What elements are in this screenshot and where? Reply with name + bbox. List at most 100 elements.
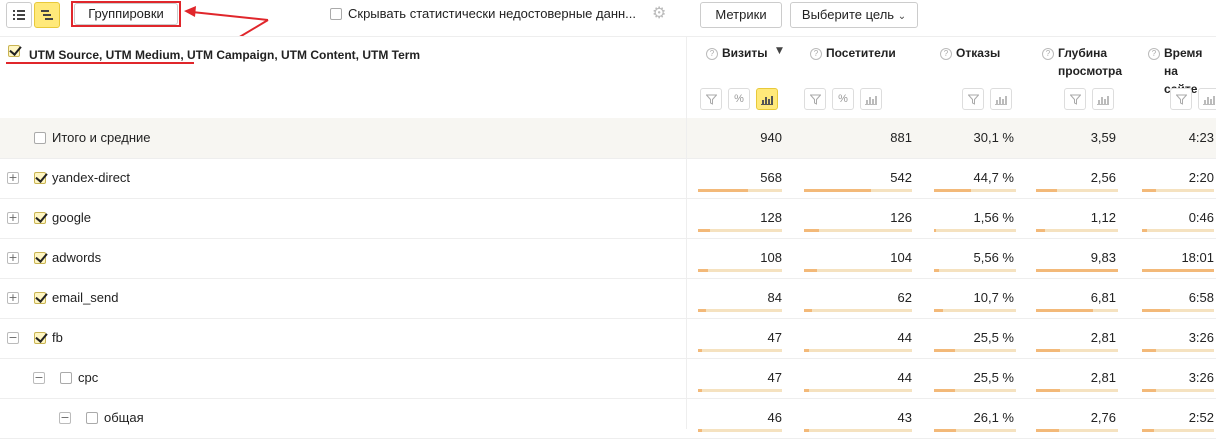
metric-value: 25,5 % [973,330,1014,345]
row-checkbox[interactable] [34,212,46,224]
select-all-checkbox[interactable] [8,45,20,57]
table-row[interactable]: + yandex-direct 568 542 44,7 % 2,56 2:20 [0,158,1216,199]
metric-value: 1,12 [1090,210,1116,225]
help-icon[interactable]: ? [940,48,952,60]
metric-value: 9,83 [1090,250,1116,265]
filter-icon[interactable] [700,88,722,110]
metric-bar-fill [1142,389,1156,392]
metric-value: 2,56 [1090,170,1116,185]
collapse-icon[interactable]: − [7,332,19,344]
metric-bar [1036,349,1118,352]
metric-value: 3:26 [1188,370,1214,385]
metric-value: 43 [897,410,912,425]
expand-icon[interactable]: + [7,212,19,224]
metric-value: 18:01 [1181,250,1214,265]
metric-bar [698,389,782,392]
metric-bar [1142,349,1214,352]
tree-view-button[interactable] [34,2,60,28]
sort-desc-icon[interactable]: ▼ [776,46,783,56]
expand-icon[interactable]: + [7,252,19,264]
metric-bar-fill [804,309,812,312]
row-checkbox[interactable] [86,412,98,424]
row-checkbox[interactable] [34,292,46,304]
collapse-icon[interactable]: − [33,372,45,384]
metric-bar [698,229,782,232]
metric-value: 26,1 % [973,410,1014,425]
collapse-icon[interactable]: − [59,412,71,424]
column-title: Визиты [722,46,768,60]
expand-icon[interactable]: + [7,172,19,184]
help-icon[interactable]: ? [706,48,718,60]
column-header[interactable]: ? Посетители% [804,44,914,114]
table-row[interactable]: + google 128 126 1,56 % 1,12 0:46 [0,198,1216,239]
table-row[interactable]: + adwords 108 104 5,56 % 9,83 18:01 [0,238,1216,279]
help-icon[interactable]: ? [810,48,822,60]
filter-icon[interactable] [962,88,984,110]
metric-bar-fill [934,309,943,312]
expand-icon[interactable]: + [7,292,19,304]
metric-value: 62 [897,290,912,305]
metric-bar [698,269,782,272]
metric-bar-fill [1142,229,1147,232]
bar-chart-icon[interactable] [1092,88,1114,110]
metric-bar-fill [1142,269,1214,272]
metric-value: 46 [767,410,782,425]
metric-bar [1142,309,1214,312]
list-view-button[interactable] [6,2,32,28]
bar-chart-icon[interactable] [990,88,1012,110]
metric-bar-fill [934,429,956,432]
goal-select[interactable]: Выберите цель ⌄ [790,2,918,28]
row-label: google [52,210,92,225]
metric-bar [698,429,782,432]
metric-value: 2,81 [1090,370,1116,385]
row-checkbox[interactable] [60,372,72,384]
metrics-button[interactable]: Метрики [700,2,782,28]
row-checkbox[interactable] [34,332,46,344]
bar-chart-icon[interactable] [1198,88,1216,110]
bar-chart-icon[interactable] [756,88,778,110]
metric-bar [804,309,912,312]
column-header[interactable]: ? Отказы [934,44,1018,114]
bar-chart-icon[interactable] [860,88,882,110]
column-header[interactable]: ?Времяна сайте [1142,44,1216,114]
row-label: email_send [52,290,119,305]
column-header[interactable]: ? Глубина просмотра [1036,44,1122,114]
row-label: adwords [52,250,102,265]
metric-bar-fill [1036,349,1060,352]
percent-icon[interactable]: % [728,88,750,110]
metric-bar-fill [804,269,817,272]
table-row[interactable]: − fb 47 44 25,5 % 2,81 3:26 [0,318,1216,359]
settings-gear-icon[interactable]: ⚙ [652,5,668,21]
filter-icon[interactable] [1064,88,1086,110]
metric-bar [934,189,1016,192]
column-header[interactable]: ? Визиты ▼% [700,44,800,114]
row-checkbox[interactable] [34,172,46,184]
table-row[interactable]: − cpc 47 44 25,5 % 2,81 3:26 [0,358,1216,399]
filter-icon[interactable] [1170,88,1192,110]
help-icon[interactable]: ? [1042,48,1054,60]
metric-bar [1036,189,1118,192]
metric-bar [1142,189,1214,192]
table-row[interactable]: + email_send 84 62 10,7 % 6,81 6:58 [0,278,1216,319]
metric-value: 2:20 [1188,170,1214,185]
annotation-underline [6,62,194,64]
column-divider [686,36,687,429]
metric-bar [934,389,1016,392]
metric-value: 6:58 [1188,290,1214,305]
row-checkbox[interactable] [34,252,46,264]
row-label: fb [52,330,63,345]
filter-icon[interactable] [804,88,826,110]
hide-stats-checkbox[interactable] [330,8,342,20]
row-checkbox[interactable] [34,132,46,144]
metric-bar-fill [804,349,809,352]
metric-bar [1036,389,1118,392]
row-label: Итого и средние [52,130,151,145]
metric-bar [804,389,912,392]
metric-value: 2,76 [1090,410,1116,425]
percent-icon[interactable]: % [832,88,854,110]
help-icon[interactable]: ? [1148,48,1160,60]
metric-bar-fill [934,389,955,392]
table-row[interactable]: − общая 46 43 26,1 % 2,76 2:52 [0,398,1216,439]
metric-value: 1,56 % [973,210,1014,225]
totals-row[interactable]: Итого и средние 940 881 30,1 % 3,59 4:23 [0,118,1216,159]
